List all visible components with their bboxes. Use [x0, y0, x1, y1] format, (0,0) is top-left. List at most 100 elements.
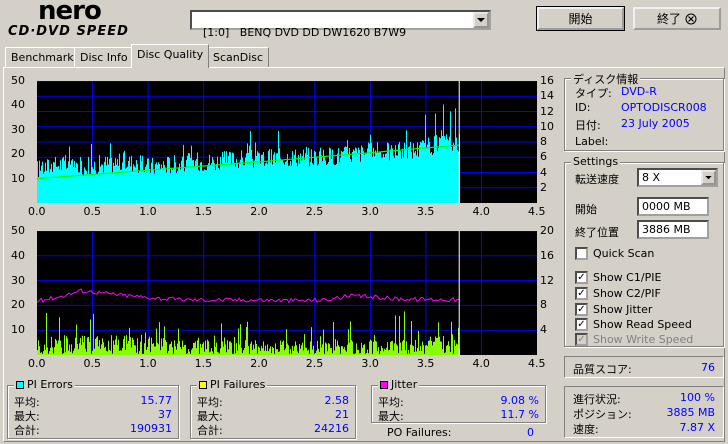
y-right-tick-label: 4 [540, 323, 547, 337]
position-value: 3885 MB [666, 406, 715, 419]
check-icon[interactable]: ✓ [575, 303, 588, 316]
start-button-label: 開始 [568, 12, 593, 26]
show-read-speed-checkbox[interactable]: ✓ Show Read Speed [575, 318, 692, 331]
y-left-tick-label: 20 [11, 147, 25, 161]
pi-errors-avg-value: 15.77 [140, 394, 173, 407]
jitter-title: Jitter [391, 378, 418, 391]
start-position-label: 開始 [575, 203, 597, 216]
x-tick-label: 2.5 [305, 357, 324, 370]
x-tick-label: 4.5 [528, 357, 546, 370]
x-tick-label: 0.5 [83, 205, 102, 218]
disc-type-value: DVD-R [621, 85, 657, 98]
check-icon[interactable]: ✓ [575, 287, 588, 300]
speed-select[interactable]: 8 X [637, 168, 718, 187]
settings-group: Settings 転送速度 8 X 開始 0000 MB 終了位置 3886 M… [564, 155, 724, 347]
disc-id-value: OPTODISCR008 [621, 101, 707, 114]
disc-info-group: ディスク情報 タイプ: DVD-R ID: OPTODISCR008 日付: 2… [564, 71, 724, 151]
quick-scan-box[interactable] [575, 247, 588, 260]
pi-failures-series [37, 311, 460, 355]
progress-value: 100 % [680, 391, 715, 404]
y-right-tick-label: 16 [540, 74, 554, 87]
pi-errors-total-value: 190931 [130, 422, 172, 435]
chevron-down-icon[interactable] [701, 170, 716, 185]
tab-scandisc[interactable]: ScanDisc [207, 47, 270, 67]
pi-errors-title-wrap: PI Errors [14, 378, 75, 391]
pi-failures-avg-row: 平均: 2.58 [197, 394, 349, 409]
drive-select[interactable]: [1:0] BENQ DVD DD DW1620 B7W9 [190, 10, 491, 39]
show-pie-checkbox[interactable]: ✓ Show C1/PIE [575, 271, 661, 284]
x-tick-label: 3.0 [361, 357, 379, 370]
jitter-max-value: 11.7 % [500, 408, 539, 421]
y-left-tick-label: 10 [11, 323, 25, 337]
y-right-tick-label: 12 [540, 273, 554, 287]
y-right-tick-label: 12 [540, 104, 554, 118]
po-failures-value: 0 [527, 426, 534, 439]
show-jitter-checkbox[interactable]: ✓ Show Jitter [575, 303, 652, 316]
pi-failures-group: PI Failures 平均: 2.58 最大: 21 合計: 24216 [190, 378, 356, 439]
tab-disc-quality[interactable]: Disc Quality [131, 44, 210, 68]
y-right-tick-label: 8 [540, 298, 547, 312]
tab-disc-info-label: Disc Info [80, 51, 128, 64]
quality-score-value: 76 [701, 361, 715, 374]
pi-errors-total-row: 合計: 190931 [14, 422, 172, 437]
end-position-value: 3886 MB [642, 223, 691, 236]
disc-id-label: ID: [575, 101, 591, 114]
x-tick-label: 2.0 [250, 357, 268, 370]
logo-bottom-text: CD·DVD SPEED [8, 24, 129, 39]
pi-failures-max-row: 最大: 21 [197, 408, 349, 423]
y-left-tick-label: 10 [11, 171, 25, 185]
current-speed-value: 7.87 X [679, 421, 715, 434]
x-tick-label: 1.5 [194, 205, 213, 218]
exit-button[interactable]: 終了 [633, 7, 721, 30]
pi-failures-title: PI Failures [210, 378, 266, 391]
tab-benchmark[interactable]: Benchmark [5, 47, 80, 67]
pi-failures-chart [37, 231, 537, 355]
x-tick-label: 3.0 [361, 205, 379, 218]
jitter-title-wrap: Jitter [378, 378, 420, 391]
end-position-input[interactable]: 3886 MB [637, 220, 709, 239]
nero-logo: nero CD·DVD SPEED [8, 0, 178, 40]
pi-errors-max-row: 最大: 37 [14, 408, 172, 423]
pi-errors-avg-row: 平均: 15.77 [14, 394, 173, 409]
start-position-value: 0000 MB [642, 200, 691, 213]
x-tick-label: 1.0 [139, 205, 157, 218]
y-left-tick-label: 40 [11, 98, 25, 112]
pi-errors-swatch [16, 380, 24, 389]
x-tick-label: 2.0 [250, 205, 268, 218]
pi-errors-title: PI Errors [27, 378, 73, 391]
drive-select-value: [1:0] BENQ DVD DD DW1620 B7W9 [203, 26, 407, 39]
jitter-avg-row: 平均: 9.08 % [378, 394, 539, 409]
pi-failures-title-wrap: PI Failures [197, 378, 268, 391]
show-pie-label: Show C1/PIE [593, 271, 662, 284]
y-left-tick-label: 40 [11, 248, 25, 262]
x-tick-label: 0.0 [28, 205, 46, 218]
x-tick-label: 3.5 [416, 205, 435, 218]
chevron-down-icon[interactable] [473, 12, 489, 28]
position-label: ポジション: [573, 408, 632, 421]
pi-errors-group: PI Errors 平均: 15.77 最大: 37 合計: 190931 [7, 378, 179, 439]
start-button[interactable]: 開始 [536, 6, 625, 31]
start-position-input[interactable]: 0000 MB [637, 197, 709, 216]
y-left-tick-label: 30 [11, 273, 25, 287]
check-icon[interactable]: ✓ [575, 271, 588, 284]
x-tick-label: 1.5 [194, 357, 213, 370]
tab-disc-info[interactable]: Disc Info [74, 47, 134, 67]
x-tick-label: 4.0 [472, 357, 490, 370]
tab-disc-quality-label: Disc Quality [137, 48, 204, 61]
y-right-tick-label: 14 [540, 89, 554, 103]
y-left-tick-label: 50 [11, 74, 25, 87]
check-icon[interactable]: ✓ [575, 318, 588, 331]
quality-score-panel: 品質スコア: 76 [564, 356, 724, 378]
show-write-speed-label: Show Write Speed [593, 333, 694, 346]
quick-scan-checkbox[interactable]: Quick Scan [575, 247, 654, 260]
x-tick-label: 0.5 [83, 357, 102, 370]
pi-failures-total-row: 合計: 24216 [197, 422, 349, 437]
jitter-max-row: 最大: 11.7 % [378, 408, 539, 423]
show-pif-checkbox[interactable]: ✓ Show C2/PIF [575, 287, 661, 300]
y-right-tick-label: 2 [540, 180, 547, 194]
speed-label: 転送速度 [575, 173, 619, 186]
tab-benchmark-label: Benchmark [11, 51, 74, 64]
pi-failures-max-value: 21 [335, 408, 349, 421]
jitter-group: Jitter 平均: 9.08 % 最大: 11.7 % [371, 378, 546, 423]
x-tick-label: 4.0 [472, 205, 490, 218]
